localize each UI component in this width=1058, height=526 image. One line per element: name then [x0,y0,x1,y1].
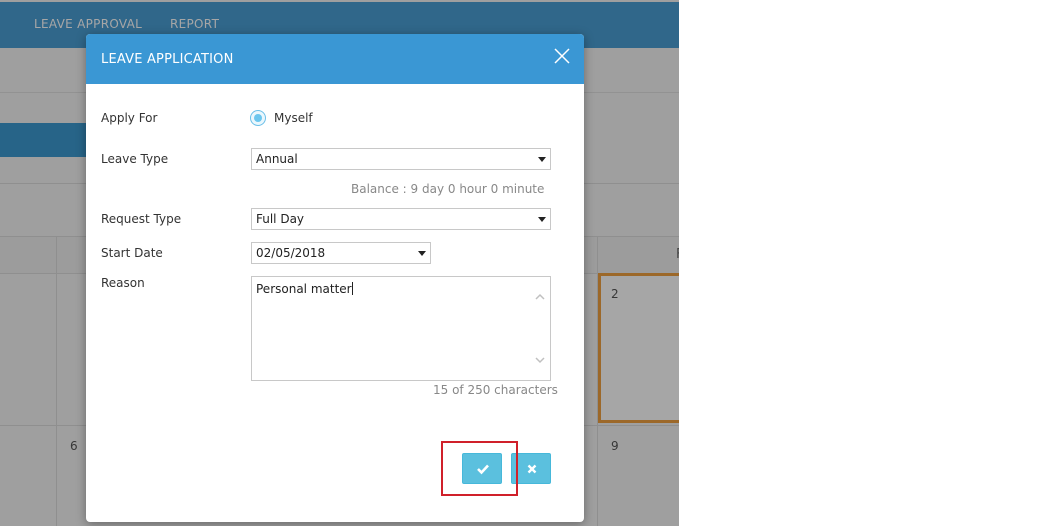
request-type-value: Full Day [256,212,305,226]
apply-for-label: Apply For [101,111,158,125]
radio-myself-label[interactable]: Myself [274,111,313,125]
start-date-picker[interactable]: 02/05/2018 [251,242,431,264]
start-date-label: Start Date [101,246,163,260]
reason-label: Reason [101,276,145,290]
leave-balance: Balance : 9 day 0 hour 0 minute [351,182,545,196]
dialog-title: LEAVE APPLICATION [101,52,234,67]
dialog-header: LEAVE APPLICATION [86,34,584,84]
reason-textarea[interactable]: Personal matter [251,276,551,381]
reason-value: Personal matter [256,282,352,296]
radio-myself[interactable] [250,110,266,126]
request-type-label: Request Type [101,212,182,226]
start-date-value: 02/05/2018 [256,246,326,260]
scroll-up-icon[interactable] [535,292,545,302]
chevron-down-icon [538,157,546,162]
x-icon [527,464,537,474]
scroll-down-icon[interactable] [535,355,545,365]
close-icon[interactable] [552,46,572,66]
text-cursor [351,282,353,295]
reason-char-count: 15 of 250 characters [433,383,558,397]
leave-type-value: Annual [256,152,298,166]
request-type-select[interactable]: Full Day [251,208,551,230]
leave-type-label: Leave Type [101,152,169,166]
chevron-down-icon [418,251,426,256]
leave-type-select[interactable]: Annual [251,148,551,170]
submit-highlight-box [441,441,518,496]
chevron-down-icon [538,217,546,222]
